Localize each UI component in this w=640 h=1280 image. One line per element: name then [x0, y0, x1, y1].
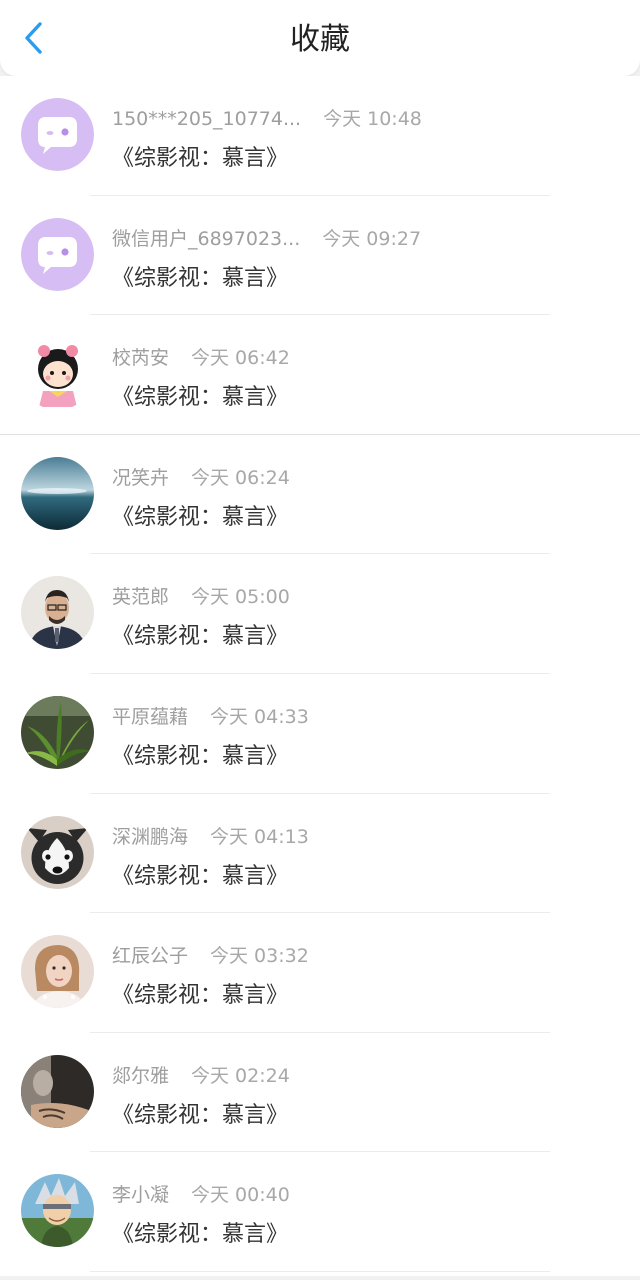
book-title[interactable]: 《综影视：慕言》 — [112, 1216, 288, 1248]
user-name[interactable]: 况笑卉 — [112, 463, 169, 490]
avatar[interactable] — [21, 337, 94, 411]
list-item[interactable]: 郯尔雅 今天 02:24 《综影视：慕言》 — [0, 1033, 640, 1153]
user-name[interactable]: 李小凝 — [112, 1180, 169, 1207]
user-name[interactable]: 150***205_10774... — [112, 108, 301, 130]
chat-bubble-icon — [21, 217, 94, 291]
book-title[interactable]: 《综影视：慕言》 — [112, 140, 288, 172]
book-title[interactable]: 《综影视：慕言》 — [112, 977, 288, 1009]
avatar[interactable] — [21, 695, 94, 769]
book-title[interactable]: 《综影视：慕言》 — [112, 738, 288, 770]
avatar[interactable] — [21, 576, 94, 650]
avatar[interactable] — [21, 1174, 94, 1248]
timestamp: 今天 06:42 — [191, 347, 290, 370]
timestamp: 今天 10:48 — [323, 108, 422, 130]
avatar[interactable] — [21, 935, 94, 1009]
page-title: 收藏 — [290, 22, 350, 57]
anime-character-icon — [21, 1174, 94, 1248]
user-name[interactable]: 红辰公子 — [112, 941, 188, 968]
avatar[interactable] — [21, 815, 94, 889]
list-item[interactable]: 李小凝 今天 00:40 《综影视：慕言》 — [0, 1152, 640, 1272]
avatar[interactable] — [21, 217, 94, 291]
user-name[interactable]: 微信用户_6897023... — [112, 224, 300, 251]
timestamp: 今天 06:24 — [191, 466, 290, 489]
list-item[interactable]: 英范郎 今天 05:00 《综影视：慕言》 — [0, 554, 640, 674]
timestamp: 今天 04:13 — [210, 825, 309, 848]
user-name[interactable]: 英范郎 — [112, 582, 169, 609]
list-item[interactable]: 150***205_10774... 今天 10:48 《综影视：慕言》 — [0, 76, 640, 196]
timestamp: 今天 05:00 — [191, 586, 290, 609]
list-item[interactable]: 况笑卉 今天 06:24 《综影视：慕言》 — [0, 435, 640, 555]
husky-dog-icon — [21, 815, 94, 889]
dark-portrait-icon — [21, 1054, 94, 1128]
timestamp: 今天 00:40 — [191, 1184, 290, 1207]
favorites-list: 150***205_10774... 今天 10:48 《综影视：慕言》 微信用户… — [0, 76, 640, 1276]
woman-portrait-icon — [21, 935, 94, 1009]
list-item[interactable]: 红辰公子 今天 03:32 《综影视：慕言》 — [0, 913, 640, 1033]
user-name[interactable]: 郯尔雅 — [112, 1061, 169, 1088]
avatar[interactable] — [21, 456, 94, 530]
green-plant-icon — [21, 695, 94, 769]
avatar[interactable] — [21, 1054, 94, 1128]
top-bar: 收藏 — [0, 0, 640, 76]
lake-landscape-icon — [21, 456, 94, 530]
timestamp: 今天 04:33 — [210, 705, 309, 728]
book-title[interactable]: 《综影视：慕言》 — [112, 260, 288, 292]
man-in-suit-icon — [21, 576, 94, 650]
timestamp: 今天 02:24 — [191, 1064, 290, 1087]
cartoon-girl-icon — [21, 337, 94, 411]
chat-bubble-icon — [21, 98, 94, 171]
list-item[interactable]: 平原蕴藉 今天 04:33 《综影视：慕言》 — [0, 674, 640, 794]
timestamp: 今天 03:32 — [210, 945, 309, 968]
user-name[interactable]: 校芮安 — [112, 343, 169, 370]
list-item[interactable]: 校芮安 今天 06:42 《综影视：慕言》 — [0, 315, 640, 435]
user-name[interactable]: 深渊鹏海 — [112, 822, 188, 849]
book-title[interactable]: 《综影视：慕言》 — [112, 858, 288, 890]
user-name[interactable]: 平原蕴藉 — [112, 702, 188, 729]
avatar[interactable] — [21, 98, 94, 171]
book-title[interactable]: 《综影视：慕言》 — [112, 499, 288, 531]
list-item[interactable]: 微信用户_6897023... 今天 09:27 《综影视：慕言》 — [0, 196, 640, 316]
book-title[interactable]: 《综影视：慕言》 — [112, 618, 288, 650]
book-title[interactable]: 《综影视：慕言》 — [112, 379, 288, 411]
list-item[interactable]: 深渊鹏海 今天 04:13 《综影视：慕言》 — [0, 794, 640, 914]
book-title[interactable]: 《综影视：慕言》 — [112, 1097, 288, 1129]
timestamp: 今天 09:27 — [322, 227, 422, 250]
